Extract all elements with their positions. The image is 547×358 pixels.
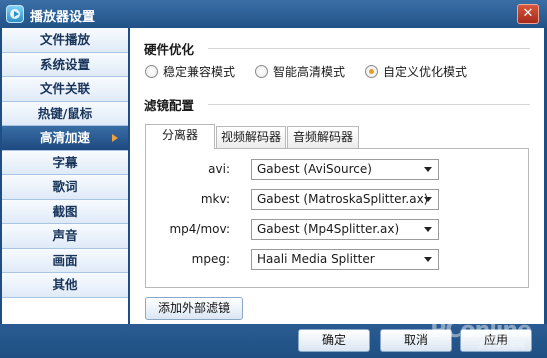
section-divider: [208, 48, 530, 49]
watermark-subtitle: 太平洋电脑网: [477, 341, 525, 350]
sidebar-item-hotkeys[interactable]: 热键/鼠标: [2, 101, 128, 126]
settings-sidebar: 文件播放 系统设置 文件关联 热键/鼠标 高清加速 字幕 歌词 截图 声音 画面…: [2, 28, 128, 324]
mkv-label: mkv:: [200, 192, 230, 206]
sidebar-item-file-playback[interactable]: 文件播放: [2, 28, 128, 53]
radio-label: 稳定兼容模式: [163, 65, 236, 79]
mp4-splitter-select[interactable]: Gabest (Mp4Splitter.ax): [251, 219, 439, 240]
sidebar-item-lyrics[interactable]: 歌词: [2, 175, 128, 200]
sidebar-item-video[interactable]: 画面: [2, 248, 128, 273]
select-value: Haali Media Splitter: [257, 252, 375, 266]
sidebar-item-label: 系统设置: [39, 56, 90, 72]
sidebar-item-label: 声音: [52, 228, 78, 243]
add-external-filter-button[interactable]: 添加外部滤镜: [145, 297, 243, 320]
sidebar-item-system[interactable]: 系统设置: [2, 52, 128, 77]
filters-section-title: 滤镜配置: [144, 98, 195, 113]
tab-audio-decoder[interactable]: 音频解码器: [287, 126, 359, 148]
title-bar: 播放器设置 ✕: [0, 0, 547, 28]
radio-stable-mode[interactable]: 稳定兼容模式: [145, 63, 235, 80]
radio-indicator-selected: [365, 65, 378, 78]
chevron-down-icon: [424, 227, 432, 232]
mkv-splitter-select[interactable]: Gabest (MatroskaSplitter.ax): [251, 189, 439, 210]
avi-splitter-select[interactable]: Gabest (AviSource): [251, 159, 439, 180]
ok-button[interactable]: 确定: [298, 329, 370, 352]
radio-label: 自定义优化模式: [383, 65, 468, 79]
sidebar-item-subtitles[interactable]: 字幕: [2, 150, 128, 175]
avi-label: avi:: [208, 162, 230, 176]
radio-smart-hd-mode[interactable]: 智能高清模式: [255, 63, 345, 80]
window-title: 播放器设置: [30, 10, 96, 25]
player-app-icon: [6, 5, 24, 23]
chevron-down-icon: [424, 197, 432, 202]
sidebar-item-label: 截图: [52, 203, 78, 219]
tab-video-decoder[interactable]: 视频解码器: [216, 126, 286, 148]
close-button[interactable]: ✕: [517, 4, 539, 24]
select-value: Gabest (AviSource): [257, 162, 372, 176]
sidebar-item-label: 文件关联: [39, 81, 90, 96]
section-divider: [208, 104, 530, 105]
radio-label: 智能高清模式: [273, 65, 346, 79]
sidebar-item-label: 歌词: [52, 179, 78, 194]
radio-custom-mode[interactable]: 自定义优化模式: [365, 63, 467, 80]
radio-indicator: [255, 65, 268, 78]
sidebar-item-file-association[interactable]: 文件关联: [2, 77, 128, 102]
sidebar-item-label: 文件播放: [39, 32, 90, 47]
settings-content: 硬件优化 稳定兼容模式 智能高清模式 自定义优化模式 滤镜配置 分离器 视频解码…: [130, 28, 544, 324]
select-value: Gabest (Mp4Splitter.ax): [257, 222, 400, 236]
sidebar-item-label: 高清加速: [39, 130, 90, 145]
hardware-section-title: 硬件优化: [144, 42, 195, 57]
chevron-down-icon: [424, 167, 432, 172]
sidebar-item-other[interactable]: 其他: [2, 273, 128, 298]
sidebar-item-label: 字幕: [52, 154, 78, 170]
arrow-right-icon: [112, 134, 118, 142]
mpeg-splitter-select[interactable]: Haali Media Splitter: [251, 249, 439, 270]
select-value: Gabest (MatroskaSplitter.ax): [257, 192, 429, 206]
mp4-mov-label: mp4/mov:: [169, 222, 230, 236]
sidebar-item-audio[interactable]: 声音: [2, 224, 128, 249]
sidebar-item-label: 画面: [52, 252, 78, 268]
settings-window: 播放器设置 ✕ 文件播放 系统设置 文件关联 热键/鼠标 高清加速 字幕 歌词 …: [0, 0, 547, 358]
sidebar-item-screenshot[interactable]: 截图: [2, 199, 128, 224]
splitter-panel: avi: Gabest (AviSource) mkv: Gabest (Mat…: [145, 148, 529, 288]
sidebar-item-label: 其他: [52, 277, 78, 292]
tab-splitter[interactable]: 分离器: [145, 124, 215, 149]
mpeg-label: mpeg:: [191, 252, 230, 266]
sidebar-item-hd-acceleration[interactable]: 高清加速: [2, 126, 128, 151]
sidebar-item-label: 热键/鼠标: [37, 105, 93, 121]
chevron-down-icon: [424, 257, 432, 262]
radio-indicator: [145, 65, 158, 78]
